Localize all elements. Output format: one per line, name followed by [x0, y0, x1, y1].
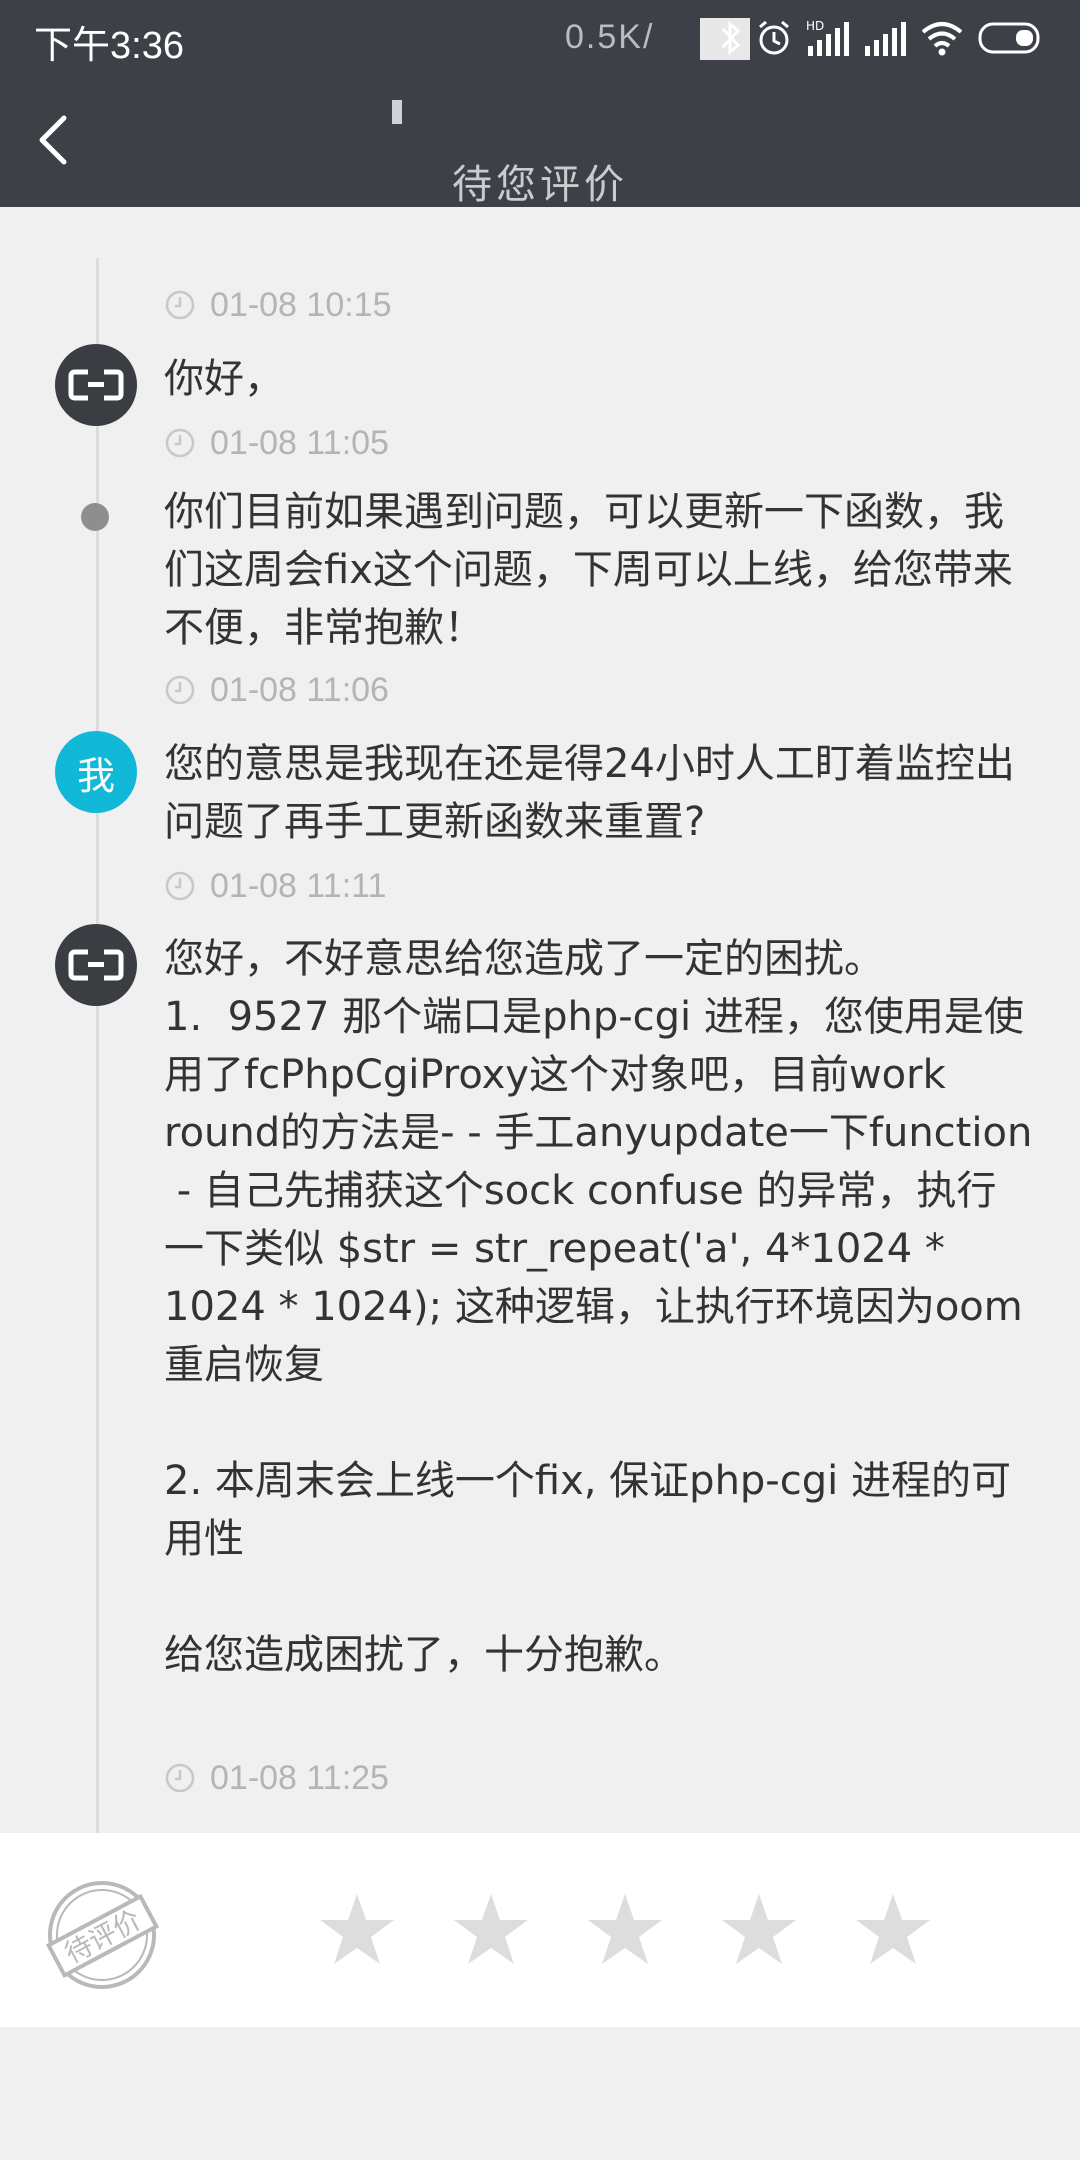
clock-icon: [165, 290, 195, 320]
cut-off-text: [170, 250, 290, 262]
svg-text:HD: HD: [806, 19, 824, 33]
service-avatar: [55, 924, 137, 1006]
rating-bar: 待评价: [0, 1833, 1080, 2027]
star-2-icon[interactable]: [452, 1891, 530, 1969]
time-text: 01-08 11:25: [210, 1758, 389, 1797]
signal-icon: [865, 22, 906, 56]
my-avatar: 我: [55, 731, 137, 813]
clock-icon: [165, 428, 195, 458]
time-text: 01-08 11:06: [210, 670, 389, 709]
star-4-icon[interactable]: [720, 1891, 798, 1969]
time-text: 01-08 11:05: [210, 423, 389, 462]
message-time: 01-08 11:06: [164, 670, 389, 710]
clock-icon: [165, 871, 195, 901]
star-5-icon[interactable]: [854, 1891, 932, 1969]
alarm-icon: [759, 20, 789, 55]
pending-review-stamp: 待评价: [45, 1881, 160, 1989]
page-title: 待您评价: [452, 162, 628, 207]
star-1-icon[interactable]: [318, 1891, 396, 1969]
status-time: 下午3:36: [34, 25, 184, 67]
timeline-line: [96, 258, 99, 1833]
message-time: 01-08 11:11: [164, 866, 386, 906]
service-avatar: [55, 344, 137, 426]
timeline-dot: [81, 503, 109, 531]
message-time: 01-08 11:25: [164, 1758, 389, 1798]
aliyun-logo-icon: [68, 949, 124, 981]
time-text: 01-08 11:11: [210, 866, 387, 905]
message-time: 01-08 11:05: [164, 423, 389, 463]
time-text: 01-08 10:15: [210, 285, 392, 324]
message-text: 你好，: [164, 356, 284, 402]
title-fragment: [392, 100, 402, 124]
app-header: 下午3:36 0.5K/ HD 待您评价: [0, 0, 1080, 207]
network-speed: 0.5K/: [565, 18, 655, 56]
star-3-icon[interactable]: [586, 1891, 664, 1969]
message-text: 您的意思是我现在还是得24小时人工盯着监控出问题了再手工更新函数来重置?: [164, 741, 1015, 845]
aliyun-logo-icon: [68, 369, 124, 401]
message-text: 你们目前如果遇到问题，可以更新一下函数，我们这周会fix这个问题，下周可以上线，…: [164, 489, 1013, 651]
wifi-icon: [921, 22, 963, 56]
status-bar: 下午3:36 0.5K/ HD: [0, 0, 1080, 80]
status-icons: HD: [720, 16, 1044, 60]
clock-icon: [165, 1763, 195, 1793]
avatar-label: 我: [76, 753, 115, 798]
bluetooth-icon: [721, 20, 741, 56]
hd-signal-icon: HD: [806, 19, 849, 56]
message-time: 01-08 10:15: [164, 285, 392, 325]
battery-icon: [978, 22, 1040, 54]
message-text: 您好，不好意思给您造成了一定的困扰。 1. 9527 那个端口是php-cgi …: [164, 936, 1033, 1678]
clock-icon: [165, 675, 195, 705]
star-rating: [318, 1891, 932, 1969]
